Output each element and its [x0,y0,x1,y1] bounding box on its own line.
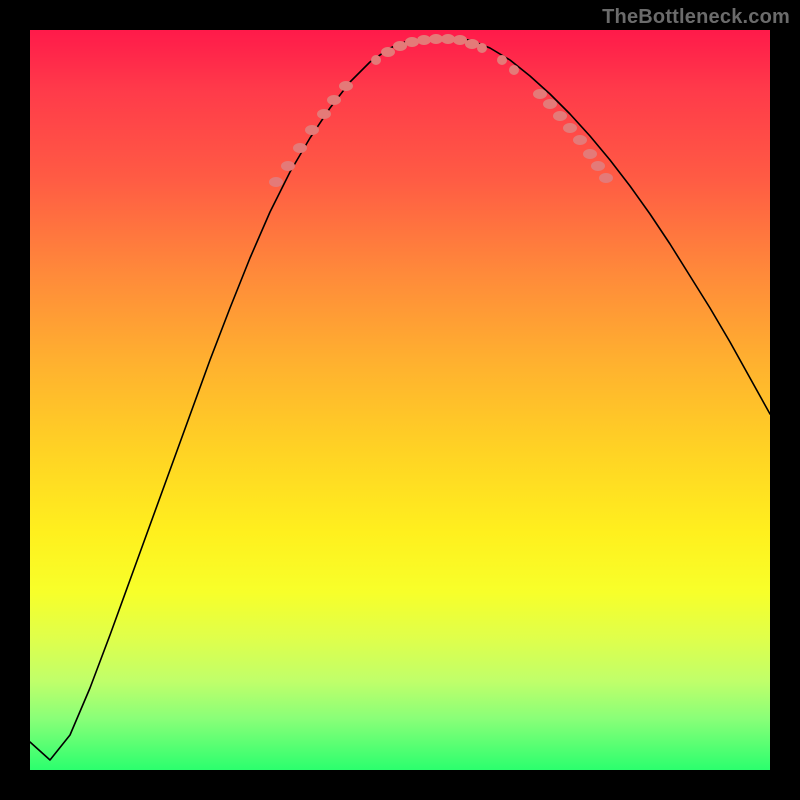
data-dot [381,47,395,57]
data-dot [417,35,431,45]
watermark-text: TheBottleneck.com [602,6,790,29]
data-dot [305,125,319,135]
data-dot [393,41,407,51]
data-dot [573,135,587,145]
data-dot [429,34,443,44]
data-dot [269,177,283,187]
data-dot [327,95,341,105]
plot-area [30,30,770,770]
data-dot [465,39,479,49]
data-dot [497,55,507,65]
chart-frame: TheBottleneck.com [0,0,800,800]
data-dot [453,35,467,45]
chart-svg [30,30,770,770]
data-dot [339,81,353,91]
data-dot [543,99,557,109]
data-dot [599,173,613,183]
data-dot [563,123,577,133]
data-dot [591,161,605,171]
data-dot [371,55,381,65]
data-dot [281,161,295,171]
data-dot [441,34,455,44]
data-dot [553,111,567,121]
data-dots [269,34,613,187]
data-dot [317,109,331,119]
data-dot [477,43,487,53]
data-dot [583,149,597,159]
data-dot [533,89,547,99]
bottleneck-curve [30,38,770,760]
data-dot [405,37,419,47]
data-dot [509,65,519,75]
data-dot [293,143,307,153]
